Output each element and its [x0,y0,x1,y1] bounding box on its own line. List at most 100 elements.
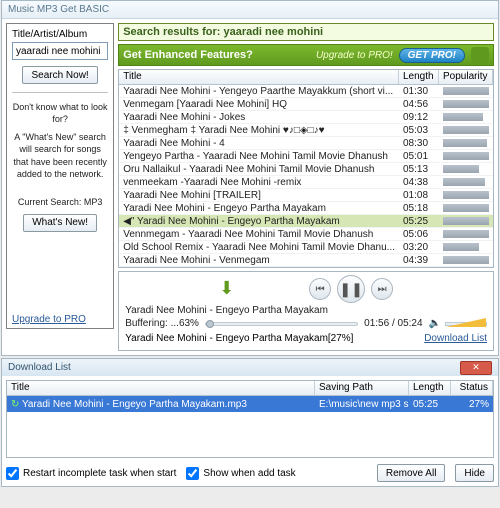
result-row[interactable]: ◀" Yaradi Nee Mohini - Engeyo Partha May… [119,215,493,228]
row-title: venmeekam -Yaaradi Nee Mohini -remix [119,177,399,188]
row-popularity [439,230,493,238]
result-row[interactable]: Yaaradi Nee Mohini - Yengeyo Paarthe May… [119,85,493,98]
row-title: Yaradi Nee Mohini - Engeyo Partha Mayaka… [119,203,399,214]
download-title: Download List [8,362,71,373]
row-popularity [439,217,493,225]
close-button[interactable]: ✕ [460,361,492,375]
help-title: Don't know what to look for? [12,101,108,125]
whats-new-button[interactable]: What's New! [23,214,97,232]
row-length: 08:30 [399,138,439,149]
volume[interactable]: 🔈 [429,318,487,329]
download-window: Download List ✕ Title Saving Path Length… [1,358,499,487]
result-row[interactable]: Yaaradi Nee Mohini [TRAILER]01:08 [119,189,493,202]
result-row[interactable]: Oru Nallaikul - Yaaradi Nee Mohini Tamil… [119,163,493,176]
right-pane: Search results for: yaaradi nee mohini G… [118,23,494,351]
row-length: 03:20 [399,242,439,253]
search-results-header: Search results for: yaaradi nee mohini [118,23,494,41]
results-table: Title Length Popularity Yaaradi Nee Mohi… [118,69,494,268]
seek-bar[interactable] [205,322,358,326]
download-row[interactable]: ↻ Yaradi Nee Mohini - Engeyo Partha Maya… [7,396,493,412]
player-status: Yaradi Nee Mohini - Engeyo Partha Mayaka… [125,333,353,344]
col-title[interactable]: Title [119,70,399,84]
pause-button[interactable]: ❚❚ [337,275,365,303]
row-length: 05:25 [399,216,439,227]
speaker-icon: 🔈 [429,318,441,329]
result-row[interactable]: Venmegam [Yaaradi Nee Mohini] HQ04:56 [119,98,493,111]
result-row[interactable]: Yaaradi Nee Mohini - Jokes09:12 [119,111,493,124]
download-titlebar: Download List ✕ [2,359,498,376]
download-icon[interactable]: ⬇ [219,279,239,299]
result-row[interactable]: Yengeyo Partha - Yaaradi Nee Mohini Tami… [119,150,493,163]
row-length: 01:30 [399,86,439,97]
remove-all-button[interactable]: Remove All [377,464,446,482]
current-search: Current Search: MP3 [12,196,108,208]
row-popularity [439,100,493,108]
download-list-link[interactable]: Download List [424,333,487,344]
row-length: 09:12 [399,112,439,123]
buffer-text: Buffering: ...63% [125,318,199,329]
result-row[interactable]: Yaaradi Nee Mohini - 408:30 [119,137,493,150]
row-popularity [439,165,493,173]
result-row[interactable]: Yaaradi Nee Mohini - Venmegam04:39 [119,254,493,267]
dl-col-title[interactable]: Title [7,381,315,395]
dl-col-path[interactable]: Saving Path [315,381,409,395]
row-popularity [439,191,493,199]
col-popularity[interactable]: Popularity [439,70,493,84]
dl-col-status[interactable]: Status [451,381,493,395]
result-row[interactable]: Yaradi Nee Mohini - Engeyo Partha Mayaka… [119,202,493,215]
row-length: 05:03 [399,125,439,136]
player-controls: ⬇ ⏮ ❚❚ ⏭ [125,275,487,303]
row-title: Oru Nallaikul - Yaaradi Nee Mohini Tamil… [119,164,399,175]
result-row[interactable]: Old School Remix - Yaaradi Nee Mohini Ta… [119,241,493,254]
row-title: Yengeyo Partha - Yaaradi Nee Mohini Tami… [119,151,399,162]
next-button[interactable]: ⏭ [371,278,393,300]
result-row[interactable]: ‡ Venmegham ‡ Yaradi Nee Mohini ♥♪□◈□♪♥0… [119,124,493,137]
app-title: Music MP3 Get BASIC [8,4,109,15]
row-title: Vennmegam - Yaaradi Nee Mohini Tamil Mov… [119,229,399,240]
dl-col-length[interactable]: Length [409,381,451,395]
search-button[interactable]: Search Now! [22,66,97,84]
row-popularity [439,113,493,121]
now-playing: Yaradi Nee Mohini - Engeyo Partha Mayaka… [125,305,487,316]
row-title: ◀" Yaradi Nee Mohini - Engeyo Partha May… [119,216,399,227]
left-pane: Title/Artist/Album Search Now! Don't kno… [6,23,114,329]
get-pro-button[interactable]: GET PRO! [399,48,465,63]
search-input[interactable] [12,42,108,60]
row-title: ‡ Venmegham ‡ Yaradi Nee Mohini ♥♪□◈□♪♥ [119,125,399,136]
hide-button[interactable]: Hide [455,464,494,482]
results-header[interactable]: Title Length Popularity [119,70,493,85]
row-title: Yaaradi Nee Mohini - Venmegam [119,255,399,266]
titlebar: Music MP3 Get BASIC [2,1,498,19]
promo-upgrade: Upgrade to PRO! [316,50,393,61]
row-title: Yaaradi Nee Mohini - Jokes [119,112,399,123]
row-popularity [439,87,493,95]
row-length: 04:38 [399,177,439,188]
col-length[interactable]: Length [399,70,439,84]
row-length: 05:01 [399,151,439,162]
download-header[interactable]: Title Saving Path Length Status [7,381,493,396]
row-title: Yaaradi Nee Mohini [TRAILER] [119,190,399,201]
restart-checkbox[interactable]: Restart incomplete task when start [6,467,176,480]
row-length: 05:13 [399,164,439,175]
row-length: 04:39 [399,255,439,266]
bunny-icon [471,47,489,63]
result-row[interactable]: venmeekam -Yaaradi Nee Mohini -remix04:3… [119,176,493,189]
volume-bar[interactable] [445,322,487,326]
row-popularity [439,152,493,160]
prev-button[interactable]: ⏮ [309,278,331,300]
row-title: Old School Remix - Yaaradi Nee Mohini Ta… [119,242,399,253]
result-row[interactable]: Vennmegam - Yaaradi Nee Mohini Tamil Mov… [119,228,493,241]
help-text: A "What's New" search will search for so… [12,131,108,180]
main-window: Music MP3 Get BASIC Title/Artist/Album S… [1,0,499,356]
row-popularity [439,178,493,186]
row-title: Yaaradi Nee Mohini - Yengeyo Paarthe May… [119,86,399,97]
download-table: Title Saving Path Length Status ↻ Yaradi… [6,380,494,458]
row-popularity [439,243,493,251]
search-results-text: Search results for: yaaradi nee mohini [123,26,489,38]
row-length: 05:06 [399,229,439,240]
show-checkbox[interactable]: Show when add task [186,467,295,480]
upgrade-link[interactable]: Upgrade to PRO [12,314,86,325]
row-length: 05:18 [399,203,439,214]
row-popularity [439,204,493,212]
row-title: Yaaradi Nee Mohini - 4 [119,138,399,149]
